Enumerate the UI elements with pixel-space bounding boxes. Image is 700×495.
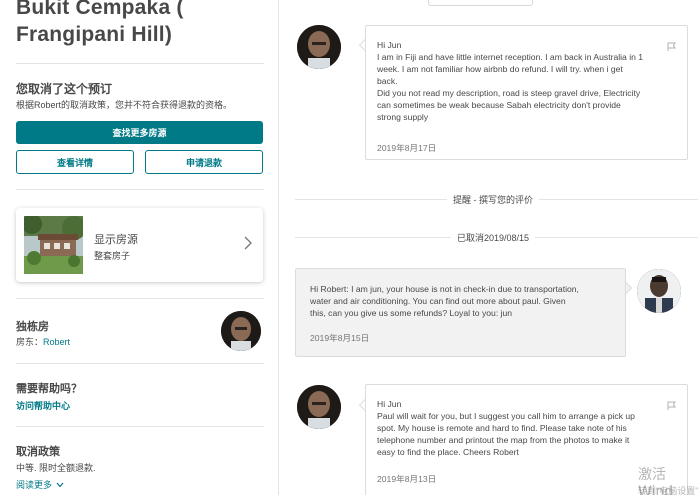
divider <box>16 426 264 427</box>
divider <box>16 63 264 64</box>
host-message-avatar[interactable] <box>297 385 341 429</box>
request-refund-button[interactable]: 申请退款 <box>145 150 263 174</box>
message-line: spot. My house is remote and hard to fin… <box>377 423 627 433</box>
message-line: water and air conditioning. You can find… <box>310 296 566 306</box>
chevron-right-icon[interactable] <box>243 236 253 250</box>
help-heading: 需要帮助吗？ <box>16 383 82 395</box>
message-text: Hi Robert: I am jun, your house is not i… <box>310 283 622 319</box>
host-avatar[interactable] <box>221 311 261 351</box>
message-line: I am in Fiji and have little internet re… <box>377 52 644 62</box>
divider <box>16 298 264 299</box>
message-line: telephone number and printout the map fr… <box>377 435 630 445</box>
listing-card[interactable]: 显示房源 整套房子 <box>16 208 263 282</box>
listing-title-line2: Frangipani Hill) <box>16 23 173 46</box>
reservation-sidebar: Bukit Cempaka ( Frangipani Hill) 您取消了这个预… <box>0 0 279 495</box>
message-line: easy to find the place. Cheers Robert <box>377 447 519 457</box>
message-text: Hi Jun I am in Fiji and have little inte… <box>377 39 682 123</box>
message-bubble: Hi Robert: I am jun, your house is not i… <box>295 268 626 357</box>
divider <box>16 363 264 364</box>
guest-avatar[interactable] <box>637 269 681 313</box>
show-listing-title: 显示房源 <box>94 234 138 246</box>
read-more-label: 阅读更多 <box>16 480 53 490</box>
message-line: Hi Jun <box>377 399 402 409</box>
message-line: back. <box>377 76 398 86</box>
thread-top-control[interactable] <box>428 0 533 6</box>
cancellation-policy-text: 中等. 限时全额退款. <box>16 463 96 473</box>
divider <box>16 189 264 190</box>
host-message-avatar[interactable] <box>297 25 341 69</box>
message-line: can sometimes be weak because Sabah elec… <box>377 100 621 110</box>
message-line: Hi Jun <box>377 40 402 50</box>
message-line: Did you not read my description, road is… <box>377 88 641 98</box>
chevron-down-icon <box>56 480 64 490</box>
find-more-listings-button[interactable]: 查找更多房源 <box>16 121 263 144</box>
message-line: week. I am not familiar how airbnb do re… <box>377 64 623 74</box>
review-reminder-link[interactable]: 提醒 - 撰写您的评价 <box>447 193 539 206</box>
activation-watermark-sub: 转到"电脑设置" <box>638 486 699 495</box>
message-line: strong supply <box>377 112 429 122</box>
cancelled-status: 已取消2019/08/15 <box>451 231 536 244</box>
host-name-link[interactable]: Robert <box>43 337 70 347</box>
view-details-button[interactable]: 查看详情 <box>16 150 134 174</box>
message-bubble: Hi Jun I am in Fiji and have little inte… <box>365 25 688 160</box>
cancellation-subtext: 根据Robert的取消政策，您并不符合获得退款的资格。 <box>16 100 233 110</box>
property-type-heading: 独栋房 <box>16 321 49 333</box>
cancellation-policy-heading: 取消政策 <box>16 446 60 458</box>
message-thread: Hi Jun I am in Fiji and have little inte… <box>280 0 700 495</box>
host-prefix: 房东： <box>16 337 44 347</box>
message-line: this, can you give us some refunds? Loya… <box>310 308 513 318</box>
listing-title: Bukit Cempaka ( Frangipani Hill) <box>16 0 271 48</box>
message-line: Hi Robert: I am jun, your house is not i… <box>310 284 579 294</box>
message-line: Paul will wait for you, but I suggest yo… <box>377 411 635 421</box>
message-date: 2019年8月17日 <box>377 143 437 153</box>
host-info: 房东：Robert <box>16 335 70 348</box>
listing-thumbnail <box>24 216 83 274</box>
cancellation-heading: 您取消了这个预订 <box>16 82 113 96</box>
listing-title-line1: Bukit Cempaka ( <box>16 0 184 19</box>
message-date: 2019年8月13日 <box>377 474 437 484</box>
listing-type: 整套房子 <box>94 251 131 261</box>
read-more-link[interactable]: 阅读更多 <box>16 478 64 491</box>
message-date: 2019年8月15日 <box>310 333 370 343</box>
help-center-link[interactable]: 访问帮助中心 <box>16 399 70 412</box>
message-text: Hi Jun Paul will wait for you, but I sug… <box>377 398 682 458</box>
